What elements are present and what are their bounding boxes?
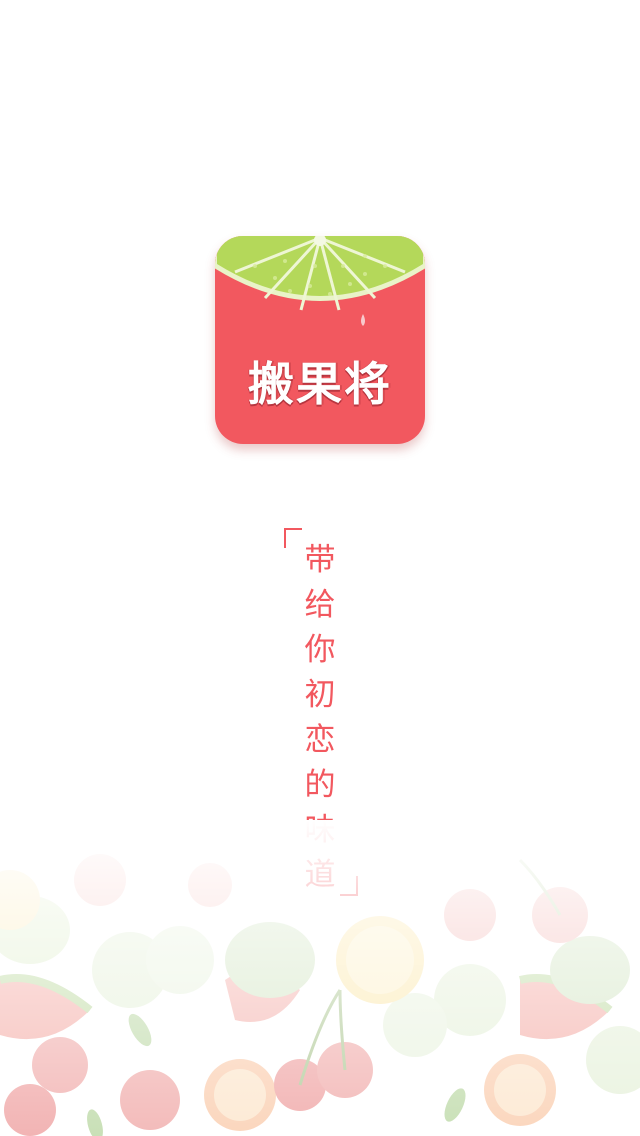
slogan-char: 初 — [304, 677, 336, 713]
slogan-char: 恋 — [304, 722, 336, 758]
slogan-char: 给 — [304, 587, 336, 623]
splash-screen: 搬果将 带 给 你 初 恋 的 味 道 — [0, 0, 640, 1136]
slogan-char: 的 — [304, 767, 336, 803]
app-logo: 搬果将 — [215, 236, 425, 444]
fruit-pattern-background — [0, 820, 640, 1136]
app-name: 搬果将 — [248, 357, 392, 411]
slogan-char: 带 — [304, 542, 336, 578]
lime-slice-icon — [215, 236, 425, 326]
slogan-char: 你 — [304, 632, 336, 668]
